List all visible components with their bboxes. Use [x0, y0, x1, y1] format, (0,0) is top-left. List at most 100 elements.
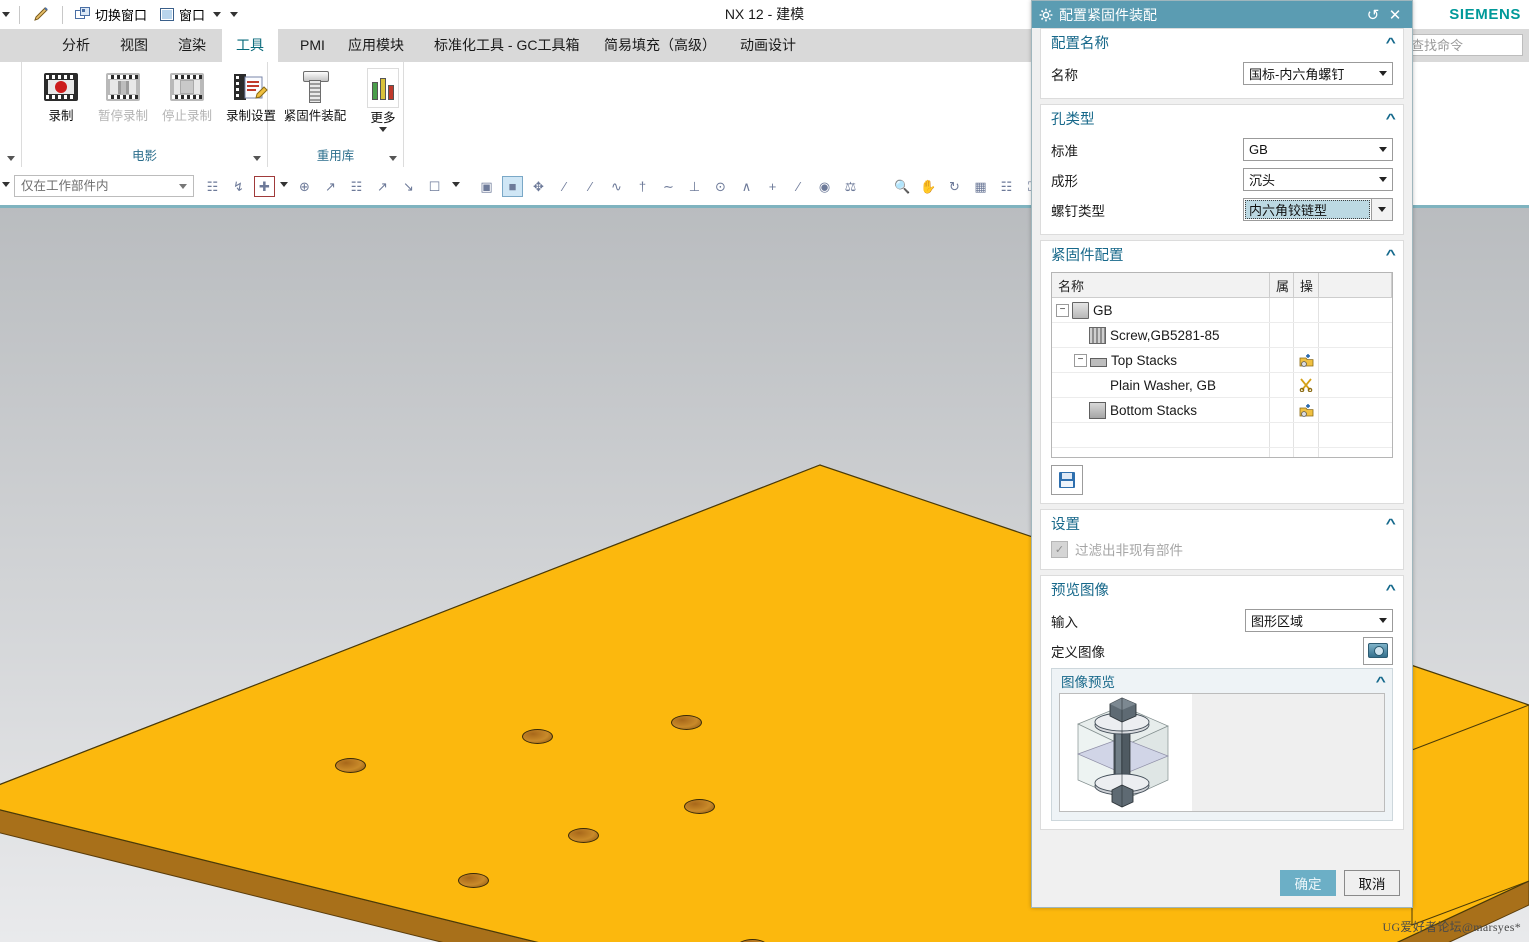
rotate-icon[interactable]: ↻ — [944, 176, 965, 197]
tab-animation-design[interactable]: 动画设计 — [726, 29, 810, 62]
add-folder-icon[interactable] — [1294, 398, 1319, 422]
filter-existing-parts-checkbox[interactable]: ✓ — [1051, 540, 1068, 558]
chevron-up-icon[interactable]: ^ — [1386, 111, 1396, 126]
tree-row[interactable]: Plain Washer, GB — [1052, 373, 1392, 398]
screw-type-dropdown[interactable]: 内六角铰链型 — [1243, 198, 1393, 221]
group-expand-icon[interactable] — [253, 156, 261, 161]
group-expand-icon[interactable] — [7, 156, 15, 161]
tab-application-modules[interactable]: 应用模块 — [334, 29, 418, 62]
line2-icon[interactable]: ∕ — [580, 176, 601, 197]
selection-scope-dropdown[interactable]: 仅在工作部件内 — [14, 175, 194, 197]
ribbon-button-more-library[interactable]: 更多 — [362, 68, 404, 132]
tree-row[interactable]: − Top Stacks — [1052, 348, 1392, 373]
window-dropdown-icon[interactable] — [213, 12, 222, 17]
row-filter-existing-parts[interactable]: ✓ 过滤出非现有部件 — [1051, 537, 1393, 561]
select-general-icon[interactable]: ☷ — [202, 176, 223, 197]
snap-point-icon[interactable]: ↗ — [320, 176, 341, 197]
tree-row-name-cell[interactable]: Screw,GB5281-85 — [1052, 323, 1270, 347]
close-icon[interactable]: ✕ — [1384, 4, 1406, 26]
curve-icon[interactable]: ∼ — [658, 176, 679, 197]
capture-image-button[interactable] — [1363, 636, 1393, 665]
select-body-icon[interactable]: ☐ — [424, 176, 445, 197]
plus-icon[interactable]: + — [762, 176, 783, 197]
hole[interactable] — [671, 715, 702, 730]
chevron-up-icon[interactable]: ^ — [1386, 247, 1396, 262]
ribbon-button-more-left[interactable]: 多 — [0, 68, 22, 123]
shaded-view-icon[interactable]: ▣ — [476, 176, 497, 197]
zoom-region-icon[interactable]: 🔍 — [892, 176, 913, 197]
chevron-up-icon[interactable]: ^ — [1386, 516, 1396, 531]
tab-easy-fill[interactable]: 简易填充（高级） — [590, 29, 730, 62]
ok-button[interactable]: 确定 — [1280, 870, 1336, 896]
layer-icon[interactable]: ☷ — [996, 176, 1017, 197]
tab-view[interactable]: 视图 — [106, 29, 162, 62]
save-configuration-button[interactable] — [1051, 465, 1083, 495]
collapse-icon[interactable]: − — [1056, 303, 1069, 317]
qat-dropdown-icon[interactable] — [2, 12, 10, 17]
tree-row-name-cell[interactable]: Bottom Stacks — [1052, 398, 1270, 422]
tree-row-name-cell[interactable]: − Top Stacks — [1052, 348, 1270, 372]
more-dropdown-icon[interactable] — [379, 127, 387, 132]
tree-row-name-cell[interactable]: Plain Washer, GB — [1052, 373, 1270, 397]
ribbon-button-fastener-assembly[interactable]: 紧固件装配 — [270, 68, 360, 123]
hole[interactable] — [568, 828, 599, 843]
form-dropdown[interactable]: 沉头 — [1243, 168, 1393, 191]
tree-row-name-cell[interactable]: − GB — [1052, 298, 1270, 322]
circle-center-icon[interactable]: ⊙ — [710, 176, 731, 197]
tangent-icon[interactable]: ∕ — [788, 176, 809, 197]
section-header[interactable]: 孔类型 ^ — [1041, 105, 1403, 132]
select-filter-dropdown-icon[interactable] — [280, 182, 288, 187]
tree-row[interactable]: Bottom Stacks — [1052, 398, 1392, 423]
search-input[interactable]: 查找命令 — [1405, 34, 1523, 56]
snap-intersection-icon[interactable]: ◉ — [814, 176, 835, 197]
select-filter-icon[interactable]: ↯ — [228, 176, 249, 197]
select-type-filter-icon[interactable]: ✚ — [254, 176, 275, 197]
switch-window-button[interactable]: 切换窗口 — [72, 4, 150, 25]
select-face-icon[interactable]: ☷ — [346, 176, 367, 197]
section-header[interactable]: 预览图像 ^ — [1041, 576, 1403, 603]
chevron-up-icon[interactable]: ^ — [1376, 674, 1386, 689]
fastener-assembly-dialog[interactable]: 配置紧固件装配 ↺ ✕ 配置名称 ^ 名称 国标-内六角螺钉 孔类型 ^ 标准 … — [1031, 0, 1413, 908]
arc-icon[interactable]: ∧ — [736, 176, 757, 197]
perspective-icon[interactable]: ▦ — [970, 176, 991, 197]
section-header[interactable]: 设置 ^ — [1041, 510, 1403, 537]
tree-row[interactable]: Screw,GB5281-85 — [1052, 323, 1392, 348]
tab-render[interactable]: 渲染 — [164, 29, 220, 62]
collapse-icon[interactable]: − — [1074, 353, 1087, 367]
hole[interactable] — [458, 873, 489, 888]
fastener-tree[interactable]: 名称 属 操 − GB Screw,GB5281-85 − Top Stacks… — [1051, 272, 1393, 458]
section-header[interactable]: 紧固件配置 ^ — [1041, 241, 1403, 268]
qat-overflow-icon[interactable] — [230, 12, 239, 17]
section-header[interactable]: 配置名称 ^ — [1041, 29, 1403, 56]
spline-icon[interactable]: ∿ — [606, 176, 627, 197]
cancel-button[interactable]: 取消 — [1344, 870, 1400, 896]
pan-icon[interactable]: ✋ — [918, 176, 939, 197]
window-button[interactable]: 窗口 — [156, 4, 224, 25]
ribbon-button-record[interactable]: 录制 — [28, 68, 94, 123]
tab-pmi[interactable]: PMI — [286, 29, 339, 62]
select-point-icon[interactable]: ⊕ — [294, 176, 315, 197]
ribbon-button-pause-record[interactable]: 暂停录制 — [90, 68, 156, 123]
line-icon[interactable]: ∕ — [554, 176, 575, 197]
tab-analysis[interactable]: 分析 — [48, 29, 104, 62]
dialog-title-bar[interactable]: 配置紧固件装配 ↺ ✕ — [1032, 1, 1412, 28]
config-name-dropdown[interactable]: 国标-内六角螺钉 — [1243, 62, 1393, 85]
ribbon-button-stop-record[interactable]: 停止录制 — [154, 68, 220, 123]
cut-icon[interactable] — [1294, 373, 1319, 397]
datum-axis-icon[interactable]: † — [632, 176, 653, 197]
solid-view-icon[interactable]: ■ — [502, 176, 523, 197]
tab-gc-toolbox[interactable]: 标准化工具 - GC工具箱 — [420, 29, 593, 62]
chevron-up-icon[interactable]: ^ — [1386, 582, 1396, 597]
intersect-icon[interactable]: ⊥ — [684, 176, 705, 197]
hole[interactable] — [684, 799, 715, 814]
add-folder-icon[interactable] — [1294, 348, 1319, 372]
chevron-up-icon[interactable]: ^ — [1386, 35, 1396, 50]
input-dropdown[interactable]: 图形区域 — [1245, 609, 1393, 632]
move-icon[interactable]: ✥ — [528, 176, 549, 197]
image-preview-header[interactable]: 图像预览 ^ — [1052, 669, 1392, 693]
select-body-dropdown-icon[interactable] — [452, 182, 460, 187]
select-edge-icon[interactable]: ↘ — [398, 176, 419, 197]
toolbar-overflow-icon[interactable] — [2, 182, 10, 187]
pen-icon[interactable] — [29, 6, 53, 24]
select-curve-icon[interactable]: ↗ — [372, 176, 393, 197]
